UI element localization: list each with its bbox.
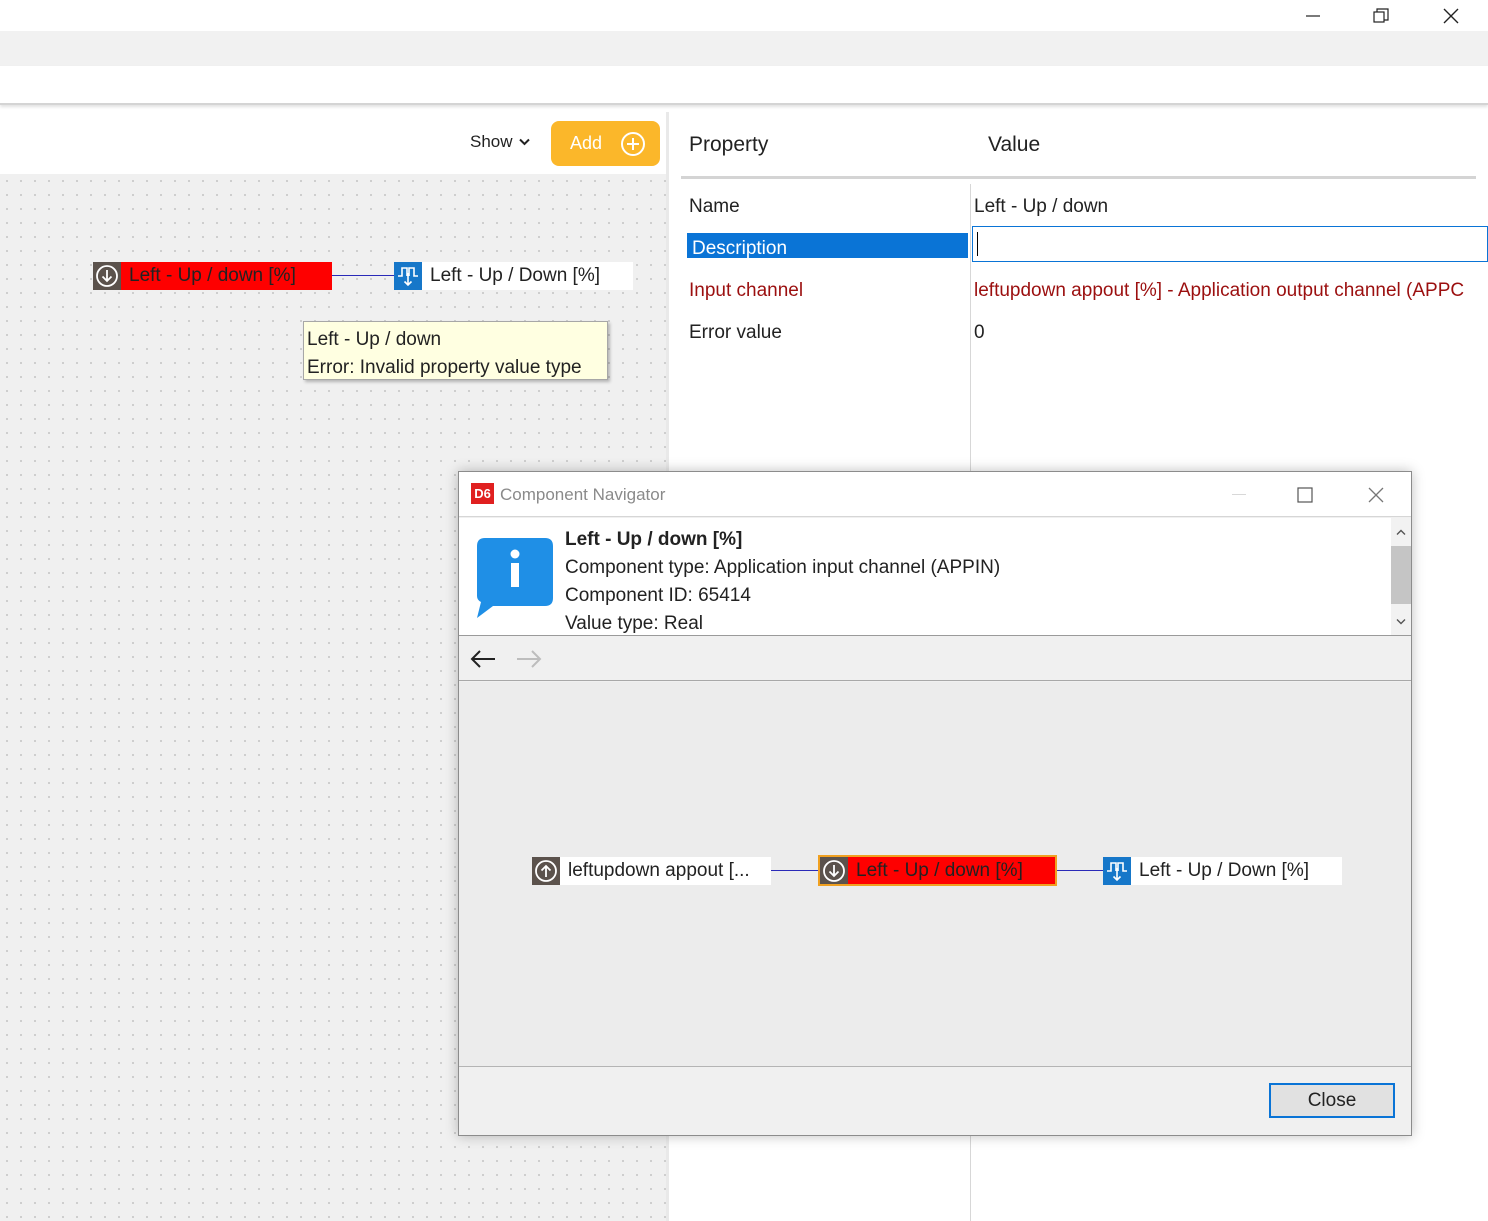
node-label: Left - Up / Down [%] — [1139, 860, 1310, 881]
graph-node-output[interactable]: Left - Up / Down [%] — [1103, 857, 1342, 885]
info-component-type: Component type: Application input channe… — [565, 557, 1001, 578]
component-info-panel: Left - Up / down [%] Component type: App… — [459, 518, 1411, 636]
dialog-titlebar: D6 Component Navigator — [459, 472, 1411, 517]
navigation-bar — [459, 637, 1411, 681]
scroll-down-icon[interactable] — [1391, 612, 1411, 632]
close-button[interactable]: Close — [1269, 1083, 1395, 1118]
info-component-id: Component ID: 65414 — [565, 585, 751, 606]
node-label: Left - Up / Down [%] — [430, 265, 601, 286]
property-name-error-value[interactable]: Error value — [689, 322, 782, 344]
close-icon[interactable] — [1356, 480, 1396, 510]
channel-output-icon — [394, 262, 422, 290]
add-button[interactable]: Add — [551, 121, 660, 166]
property-column-header[interactable]: Property — [689, 133, 768, 157]
close-icon[interactable] — [1428, 0, 1474, 31]
scrollbar-thumb[interactable] — [1391, 546, 1411, 604]
minimize-icon[interactable] — [1219, 480, 1259, 510]
channel-output-icon — [1103, 857, 1131, 885]
component-navigator-dialog: D6 Component Navigator Left - Up / down … — [458, 471, 1412, 1136]
forward-arrow-icon[interactable] — [514, 646, 544, 672]
tooltip-title: Left - Up / down — [307, 329, 442, 350]
header-divider — [681, 176, 1476, 179]
back-arrow-icon[interactable] — [468, 646, 498, 672]
property-name-name[interactable]: Name — [689, 196, 740, 218]
show-dropdown[interactable]: Show — [470, 132, 530, 152]
graph-node-source[interactable]: leftupdown appout [... — [532, 857, 771, 885]
channel-input-icon — [820, 857, 848, 884]
property-grid-header — [669, 112, 1488, 176]
tooltip-message: Error: Invalid property value type — [307, 357, 582, 378]
canvas-node-appin[interactable]: Left - Up / down [%] — [93, 262, 332, 290]
maximize-icon[interactable] — [1285, 480, 1325, 510]
property-value-input-channel[interactable]: leftupdown appout [%] - Application outp… — [974, 280, 1488, 302]
app-logo: D6 — [471, 483, 494, 504]
canvas-node-output[interactable]: Left - Up / Down [%] — [394, 262, 633, 290]
text-caret — [977, 232, 978, 256]
window-titlebar — [0, 0, 1488, 31]
dialog-footer: Close — [459, 1068, 1411, 1135]
chevron-down-icon — [518, 138, 530, 146]
graph-node-selected[interactable]: Left - Up / down [%] — [818, 855, 1057, 886]
navigator-graph[interactable]: leftupdown appout [... Left - Up / down … — [459, 682, 1411, 1067]
show-label: Show — [470, 132, 513, 151]
info-value-type: Value type: Real — [565, 613, 704, 634]
channel-input-icon — [93, 262, 121, 290]
info-component-name: Left - Up / down [%] — [565, 529, 743, 550]
error-tooltip: Left - Up / down Error: Invalid property… — [303, 321, 608, 380]
add-label: Add — [570, 133, 603, 153]
channel-input-up-icon — [532, 857, 560, 885]
plus-circle-icon — [621, 131, 646, 156]
property-name-input-channel[interactable]: Input channel — [689, 280, 803, 302]
property-name-description[interactable]: Description — [687, 233, 968, 258]
description-input[interactable] — [972, 226, 1488, 262]
node-label: leftupdown appout [... — [568, 860, 750, 881]
connection-wire — [771, 870, 818, 871]
restore-icon[interactable] — [1358, 0, 1404, 31]
dialog-title: Component Navigator — [500, 485, 666, 504]
property-value-name[interactable]: Left - Up / down — [974, 196, 1108, 218]
property-value-error-value[interactable]: 0 — [974, 322, 985, 344]
connection-wire — [332, 275, 394, 276]
connection-wire — [1057, 870, 1103, 871]
minimize-icon[interactable] — [1290, 0, 1336, 31]
scroll-up-icon[interactable] — [1391, 522, 1411, 542]
menu-band — [0, 31, 1488, 66]
node-label: Left - Up / down [%] — [856, 859, 1023, 881]
node-label: Left - Up / down [%] — [129, 265, 296, 286]
value-column-header[interactable]: Value — [988, 133, 1040, 157]
ribbon-band — [0, 66, 1488, 105]
info-icon — [477, 538, 553, 618]
